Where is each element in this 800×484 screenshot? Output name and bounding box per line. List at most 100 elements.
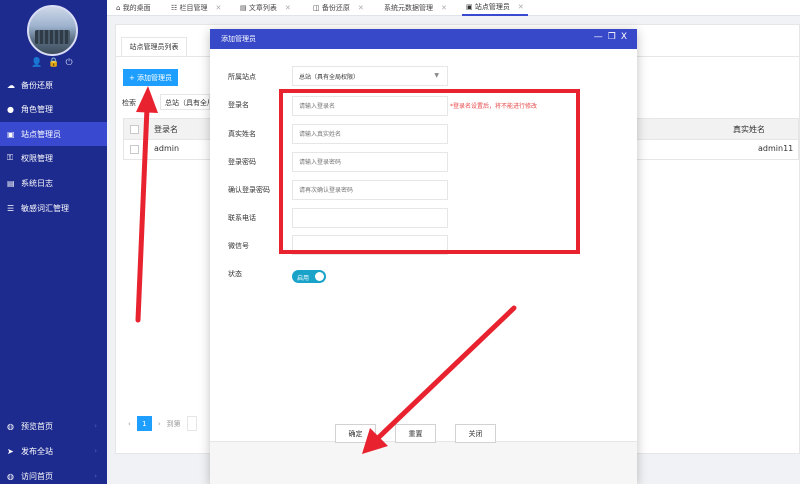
real-name-label: 真实姓名: [228, 130, 256, 138]
confirm-password-input[interactable]: [292, 180, 448, 200]
person-icon: ●: [7, 104, 14, 114]
confirm-button[interactable]: 确定: [335, 424, 376, 443]
close-button[interactable]: 关闭: [455, 424, 496, 443]
sidebar-item-publish-all[interactable]: ➤ 发布全站 ›: [0, 439, 107, 463]
log-icon: ▤: [7, 178, 15, 188]
sidebar-item-logs[interactable]: ▤ 系统日志: [0, 171, 107, 195]
password-input[interactable]: [292, 152, 448, 172]
sidebar-item-visit-home[interactable]: ◍ 访问首页 ›: [0, 464, 107, 484]
sidebar-item-backup[interactable]: ☁ 备份还原: [0, 73, 107, 97]
user-icon[interactable]: 👤: [31, 58, 42, 68]
tab-desktop[interactable]: ⌂ 我的桌面: [112, 0, 155, 16]
list-icon: ☰: [7, 203, 15, 213]
close-icon[interactable]: X: [621, 32, 627, 42]
select-all-checkbox[interactable]: [130, 125, 139, 134]
wechat-label: 微信号: [228, 242, 249, 250]
globe-icon: ◍: [7, 421, 14, 431]
sidebar-item-sensitive-words[interactable]: ☰ 敏感词汇管理: [0, 196, 107, 220]
dialog-title: 添加管理员: [221, 35, 256, 43]
backup-icon: ◫: [313, 4, 320, 12]
sidebar-item-label: 预览首页: [21, 421, 53, 431]
column-header-login: 登录名: [154, 125, 178, 134]
phone-input[interactable]: [292, 208, 448, 228]
avatar[interactable]: [27, 5, 78, 56]
chevron-right-icon: ›: [94, 447, 97, 455]
page-number-current[interactable]: 1: [136, 416, 152, 431]
filter-label: 检索: [122, 99, 136, 107]
tab-site-admins[interactable]: ▣ 站点管理员 ✕: [462, 0, 528, 16]
tab-metadata[interactable]: 系统元数据管理 ✕: [380, 0, 451, 16]
document-icon: ▤: [240, 4, 247, 12]
sidebar-item-preview-home[interactable]: ◍ 预览首页 ›: [0, 414, 107, 438]
tab-columns[interactable]: ☷ 栏目管理 ✕: [167, 0, 225, 16]
tab-label: 备份还原: [321, 4, 350, 12]
send-icon: ➤: [7, 446, 14, 456]
sidebar-item-label: 站点管理员: [21, 129, 61, 139]
close-icon[interactable]: ✕: [518, 3, 524, 11]
sidebar-item-label: 权限管理: [21, 153, 53, 163]
tab-label: 我的桌面: [122, 4, 151, 12]
sidebar-item-label: 发布全站: [21, 446, 53, 456]
cell-login: admin: [154, 144, 180, 153]
chevron-right-icon: ›: [94, 472, 97, 480]
goto-label: 到第: [166, 419, 181, 428]
id-card-icon: ▣: [7, 129, 15, 139]
tab-label: 系统元数据管理: [384, 4, 433, 12]
login-label: 登录名: [228, 101, 249, 109]
id-card-icon: ▣: [466, 3, 473, 11]
caret-down-icon: ▼: [434, 72, 439, 79]
close-icon[interactable]: ✕: [216, 4, 222, 12]
user-actions: 👤 🔒 ⏻: [31, 58, 73, 68]
tab-label: 站点管理员: [474, 3, 510, 11]
sidebar-item-label: 备份还原: [21, 80, 53, 90]
password-label: 登录密码: [228, 158, 256, 166]
reset-button[interactable]: 重置: [395, 424, 436, 443]
status-toggle[interactable]: 启用: [292, 270, 326, 283]
phone-label: 联系电话: [228, 214, 256, 222]
column-header-real-name: 真实姓名: [733, 125, 765, 134]
goto-page-input[interactable]: [186, 416, 197, 431]
sidebar-item-permissions[interactable]: ⚿ 权限管理: [0, 146, 107, 170]
site-select[interactable]: 总站（具有全局权限） ▼: [292, 66, 448, 86]
lock-icon[interactable]: 🔒: [48, 58, 59, 68]
sidebar: 👤 🔒 ⏻ ☁ 备份还原 ● 角色管理 ▣ 站点管理员 ⚿ 权限管理 ▤ 系统日…: [0, 0, 107, 484]
sidebar-item-label: 角色管理: [21, 104, 53, 114]
toggle-label: 启用: [297, 275, 310, 282]
status-label: 状态: [228, 270, 242, 278]
chevron-right-icon[interactable]: ›: [158, 420, 161, 428]
login-input[interactable]: [292, 96, 448, 116]
tab-label: 文章列表: [248, 4, 277, 12]
tab-articles[interactable]: ▤ 文章列表 ✕: [236, 0, 295, 16]
cloud-icon: ☁: [7, 80, 15, 90]
confirm-password-label: 确认登录密码: [228, 186, 270, 194]
minimize-icon[interactable]: —: [594, 32, 603, 42]
grid-icon: ☷: [171, 4, 178, 12]
close-icon[interactable]: ✕: [441, 4, 447, 12]
sidebar-item-roles[interactable]: ● 角色管理: [0, 97, 107, 121]
close-icon[interactable]: ✕: [358, 4, 364, 12]
toggle-knob: [315, 272, 324, 281]
sidebar-item-label: 访问首页: [21, 471, 53, 481]
site-filter-select[interactable]: 总站（具有全局权: [160, 94, 210, 110]
tab-label: 栏目管理: [179, 4, 208, 12]
cell-real-name: admin11: [758, 144, 794, 153]
tab-backup[interactable]: ◫ 备份还原 ✕: [309, 0, 368, 16]
home-icon: ⌂: [116, 4, 121, 12]
pagination: ‹ 1 › 到第: [128, 416, 197, 431]
wechat-input[interactable]: [292, 235, 448, 255]
real-name-input[interactable]: [292, 124, 448, 144]
site-select-value: 总站（具有全局权限）: [299, 74, 360, 81]
login-hint: *登录名设置后，将不能进行修改: [450, 103, 538, 110]
panel-tab-admin-list[interactable]: 站点管理员列表: [121, 37, 187, 56]
power-icon[interactable]: ⏻: [65, 58, 72, 68]
site-label: 所属站点: [228, 73, 256, 81]
sidebar-item-site-admins[interactable]: ▣ 站点管理员: [0, 122, 107, 146]
chevron-right-icon: ›: [94, 422, 97, 430]
maximize-icon[interactable]: ❐: [608, 32, 616, 42]
chevron-left-icon[interactable]: ‹: [128, 420, 131, 428]
key-icon: ⚿: [7, 153, 14, 162]
add-admin-button[interactable]: + 添加管理员: [123, 69, 178, 86]
row-checkbox[interactable]: [130, 145, 139, 154]
dialog-header: 添加管理员 — ❐ X: [210, 29, 637, 49]
close-icon[interactable]: ✕: [285, 4, 291, 12]
